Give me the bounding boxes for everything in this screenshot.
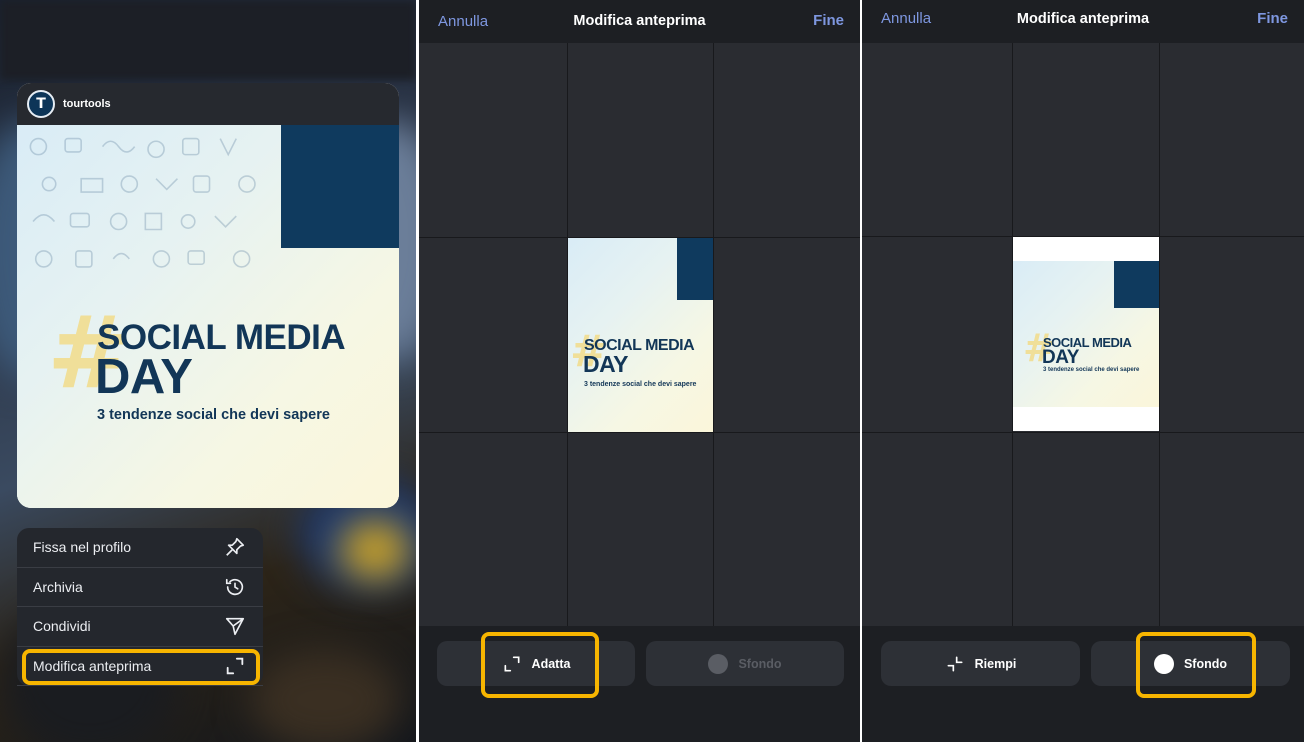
preview-image-fit: # SOCIAL MEDIA DAY 3 tendenze social che… [1013, 261, 1159, 407]
editor-top-bar: Annulla Modifica anteprima Fine [862, 0, 1304, 43]
post-username: tourtools [63, 98, 111, 110]
pin-icon [223, 535, 247, 559]
done-button[interactable]: Fine [813, 12, 844, 29]
fill-button[interactable]: Riempi [881, 641, 1080, 686]
expand-icon [223, 654, 247, 678]
send-icon [223, 614, 247, 638]
menu-item-label: Condividi [33, 618, 91, 635]
fill-button-label: Riempi [974, 656, 1017, 671]
preview-thumbnail[interactable]: # SOCIAL MEDIA DAY 3 tendenze social che… [568, 238, 713, 432]
editor-title: Modifica anteprima [1016, 11, 1150, 27]
graphic-title-line2: DAY [1042, 347, 1079, 368]
editor-bottom-bar: Riempi Sfondo [862, 626, 1304, 742]
expand-icon [504, 656, 520, 671]
edit-preview-background-panel: Annulla Modifica anteprima Fine # SOCIAL… [862, 0, 1304, 742]
menu-item-pin[interactable]: Fissa nel profilo [17, 528, 263, 568]
circle-icon [708, 653, 729, 674]
post-image: # SOCIAL MEDIA DAY 3 tendenze social che… [17, 125, 399, 508]
editor-title: Modifica anteprima [573, 13, 706, 29]
graphic-title-line2: DAY [583, 351, 628, 377]
fit-button[interactable]: Adatta [437, 641, 635, 686]
avatar: T [27, 90, 55, 118]
post-preview-card: T tourtools # SOCIAL MEDIA DAY 3 tendenz… [17, 83, 399, 508]
background-button-label: Sfondo [1183, 656, 1228, 671]
graphic-subtitle: 3 tendenze social che devi sapere [97, 407, 330, 423]
post-context-menu: Fissa nel profilo Archivia Condividi Mod… [17, 528, 263, 686]
editor-bottom-bar: Adatta Sfondo [419, 626, 860, 742]
instagram-profile-panel: T tourtools # SOCIAL MEDIA DAY 3 tendenz… [0, 0, 416, 742]
post-header: T tourtools [17, 83, 399, 125]
menu-item-share[interactable]: Condividi [17, 607, 263, 647]
preview-thumbnail-white-bg[interactable]: # SOCIAL MEDIA DAY 3 tendenze social che… [1013, 237, 1159, 431]
fit-button-label: Adatta [531, 656, 571, 671]
social-doodles-icon [29, 137, 256, 268]
edit-preview-fit-panel: Annulla Modifica anteprima Fine # SOCIAL… [419, 0, 860, 742]
background-button-label: Sfondo [738, 656, 782, 671]
avatar-glyph: T [36, 96, 46, 112]
history-icon [223, 575, 247, 599]
navy-corner-block [280, 125, 399, 248]
background-button: Sfondo [646, 641, 844, 686]
navy-corner-block [1113, 261, 1159, 308]
menu-item-archive[interactable]: Archivia [17, 568, 263, 607]
social-media-day-graphic: # SOCIAL MEDIA DAY 3 tendenze social che… [17, 125, 399, 508]
editor-top-bar: Annulla Modifica anteprima Fine [419, 0, 860, 43]
background-button[interactable]: Sfondo [1091, 641, 1290, 686]
graphic-subtitle: 3 tendenze social che devi sapere [1043, 367, 1140, 373]
menu-item-label: Archivia [33, 578, 83, 595]
circle-icon [1153, 653, 1174, 674]
graphic-subtitle: 3 tendenze social che devi sapere [584, 381, 697, 388]
menu-item-label: Modifica anteprima [33, 657, 152, 674]
menu-item-edit-preview[interactable]: Modifica anteprima [17, 647, 263, 686]
done-button[interactable]: Fine [1257, 10, 1288, 27]
graphic-title-line2: DAY [95, 350, 193, 404]
menu-item-label: Fissa nel profilo [33, 539, 132, 556]
collapse-icon [947, 656, 963, 671]
navy-corner-block [676, 238, 713, 301]
